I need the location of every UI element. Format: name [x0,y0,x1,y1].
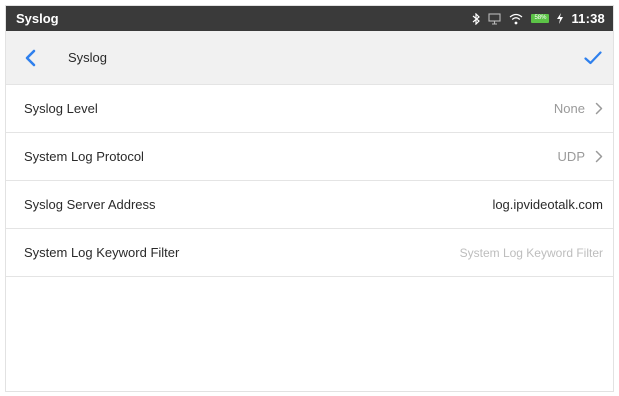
keyword-filter-row[interactable]: System Log Keyword Filter [6,229,613,277]
chevron-right-icon [595,150,603,163]
bluetooth-icon [472,12,481,25]
keyword-filter-input[interactable] [383,245,603,260]
syslog-server-address-row[interactable]: Syslog Server Address log.ipvideotalk.co… [6,181,613,229]
status-bar: Syslog 58% 11:38 [6,6,613,31]
battery-level: 58% [531,14,550,23]
page-title: Syslog [68,50,108,65]
status-icons: 58% 11:38 [472,11,605,26]
wifi-icon [509,13,523,25]
page-header: Syslog [6,31,613,85]
status-bar-title: Syslog [16,11,59,26]
syslog-server-address-label: Syslog Server Address [24,197,156,212]
confirm-button[interactable] [581,46,605,70]
system-log-protocol-label: System Log Protocol [24,149,144,164]
syslog-server-address-value[interactable]: log.ipvideotalk.com [492,197,603,212]
screen-cast-icon [488,12,502,25]
syslog-level-value: None [553,101,585,116]
system-log-protocol-row[interactable]: System Log Protocol UDP [6,133,613,181]
system-log-protocol-value: UDP [557,149,585,164]
battery-icon: 58% [531,14,550,23]
status-time: 11:38 [571,11,605,26]
keyword-filter-label: System Log Keyword Filter [24,245,180,260]
back-button[interactable] [24,46,44,70]
chevron-left-icon [25,49,36,66]
syslog-level-label: Syslog Level [24,101,98,116]
settings-screen: Syslog 58% 11:38 Syslog Syslog Level Non… [5,5,614,392]
charging-icon [557,13,564,24]
chevron-right-icon [595,102,603,115]
checkmark-icon [584,50,602,64]
syslog-level-row[interactable]: Syslog Level None [6,85,613,133]
